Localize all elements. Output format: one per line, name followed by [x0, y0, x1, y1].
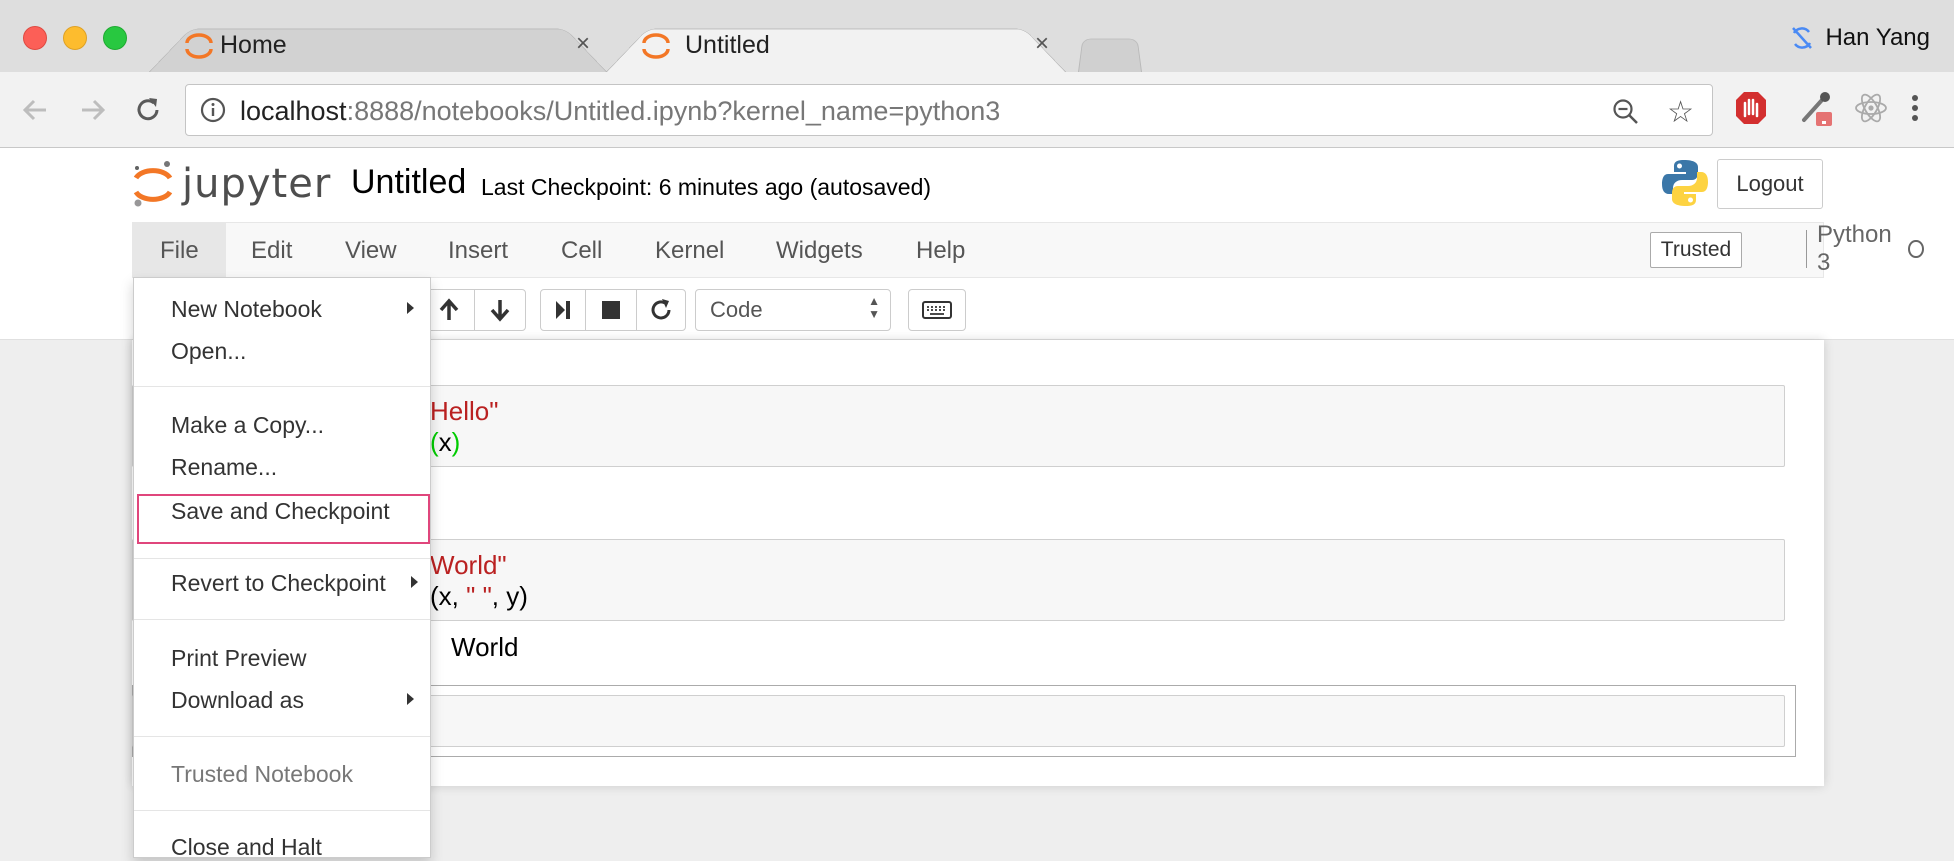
profile-name: Han Yang	[1825, 24, 1930, 51]
browser-titlebar: Home × Untitled × Han Yang	[0, 0, 1954, 73]
menu-item-rename[interactable]: Rename...	[171, 454, 277, 481]
logout-button[interactable]: Logout	[1717, 159, 1823, 209]
new-tab-button[interactable]	[1078, 32, 1142, 72]
submenu-arrow-icon	[407, 302, 414, 314]
menu-divider	[134, 619, 430, 620]
menu-divider	[134, 386, 430, 387]
forward-arrow-icon[interactable]	[74, 92, 110, 128]
jupyter-logo-icon	[133, 161, 173, 207]
code-line: World"	[430, 550, 507, 580]
menu-item-new-notebook[interactable]: New Notebook	[171, 296, 322, 323]
minimize-window-button[interactable]	[63, 26, 87, 50]
back-arrow-icon[interactable]	[18, 92, 54, 128]
checkpoint-status: Last Checkpoint: 6 minutes ago (autosave…	[481, 174, 932, 200]
menu-item-download-as[interactable]: Download as	[171, 687, 304, 714]
eyedropper-extension-icon[interactable]	[1798, 90, 1834, 130]
menu-file[interactable]: File	[133, 223, 226, 277]
jupyter-favicon-icon	[642, 33, 670, 59]
zoom-out-icon[interactable]	[1612, 98, 1640, 126]
cell-type-value: Code	[710, 297, 763, 322]
code-line: (x)	[430, 427, 461, 457]
jupyter-wordmark: jupyter	[182, 161, 332, 207]
cell-type-select[interactable]: Code ▲ ▼	[695, 289, 891, 331]
browser-toolbar: localhost:8888/notebooks/Untitled.ipynb?…	[0, 72, 1954, 148]
menu-divider	[134, 736, 430, 737]
tab-title: Home	[220, 31, 287, 59]
restart-kernel-button[interactable]	[636, 289, 686, 331]
kernel-idle-icon	[1908, 240, 1924, 258]
menu-help[interactable]: Help	[916, 237, 965, 265]
adblock-extension-icon[interactable]	[1734, 90, 1768, 128]
react-devtools-icon[interactable]	[1853, 90, 1889, 126]
zoom-window-button[interactable]	[103, 26, 127, 50]
menu-insert[interactable]: Insert	[448, 237, 508, 265]
menu-item-revert-checkpoint[interactable]: Revert to Checkpoint	[171, 570, 386, 597]
bookmark-star-icon[interactable]: ☆	[1667, 95, 1694, 130]
code-line: (x, " ", y)	[430, 581, 528, 611]
menu-item-print-preview[interactable]: Print Preview	[171, 645, 306, 672]
interrupt-kernel-button[interactable]	[585, 289, 637, 331]
keyboard-icon	[922, 301, 952, 319]
python-logo-icon	[1662, 160, 1708, 206]
sync-paused-icon	[1792, 27, 1813, 49]
code-line: Hello"	[430, 396, 499, 426]
step-forward-icon	[556, 301, 570, 319]
trusted-indicator[interactable]: Trusted	[1650, 232, 1742, 268]
address-bar[interactable]: localhost:8888/notebooks/Untitled.ipynb?…	[185, 84, 1713, 136]
tab-untitled[interactable]: Untitled ×	[605, 17, 1067, 73]
restart-icon	[651, 299, 671, 320]
tab-close-button[interactable]: ×	[1035, 30, 1049, 58]
cell-output: World	[451, 632, 519, 662]
menu-item-open[interactable]: Open...	[171, 338, 246, 365]
jupyter-favicon-icon	[185, 33, 213, 59]
notebook-menubar: File Edit View Insert Cell Kernel Widget…	[132, 221, 1924, 278]
stop-icon	[602, 301, 620, 319]
menu-kernel[interactable]: Kernel	[655, 237, 724, 265]
arrow-up-icon	[439, 298, 459, 320]
menu-item-make-copy[interactable]: Make a Copy...	[171, 412, 324, 439]
info-icon[interactable]	[200, 97, 226, 123]
menu-divider	[134, 558, 430, 559]
submenu-arrow-icon	[411, 576, 418, 588]
file-menu-dropdown: New Notebook Open... Make a Copy... Rena…	[133, 277, 431, 861]
kernel-indicator[interactable]: Python 3	[1806, 221, 1924, 276]
reload-icon[interactable]	[130, 92, 166, 128]
run-cell-button[interactable]	[540, 289, 586, 331]
more-menu-icon[interactable]	[1908, 90, 1922, 126]
command-palette-button[interactable]	[908, 289, 966, 331]
tab-home[interactable]: Home ×	[148, 17, 608, 73]
menu-cell[interactable]: Cell	[561, 237, 602, 265]
profile-button[interactable]: Han Yang	[1789, 24, 1930, 52]
menu-item-save-checkpoint[interactable]: Save and Checkpoint	[171, 498, 390, 525]
menu-widgets[interactable]: Widgets	[776, 237, 863, 265]
tab-close-button[interactable]: ×	[576, 30, 590, 58]
tab-title: Untitled	[685, 31, 770, 59]
close-window-button[interactable]	[23, 26, 47, 50]
submenu-arrow-icon	[407, 693, 414, 705]
menu-divider	[134, 810, 430, 811]
menu-item-close-halt[interactable]: Close and Halt	[171, 834, 322, 861]
notebook-name[interactable]: Untitled	[351, 163, 466, 202]
kernel-name: Python 3	[1817, 221, 1892, 276]
url-text: localhost:8888/notebooks/Untitled.ipynb?…	[240, 96, 1001, 126]
move-cell-down-button[interactable]	[474, 289, 526, 331]
jupyter-logo[interactable]: jupyter	[132, 158, 331, 210]
menu-edit[interactable]: Edit	[251, 237, 292, 265]
menu-item-trusted-notebook: Trusted Notebook	[171, 761, 353, 787]
menu-view[interactable]: View	[345, 237, 397, 265]
arrow-down-icon	[490, 300, 510, 322]
select-arrows-icon: ▲ ▼	[868, 294, 880, 321]
